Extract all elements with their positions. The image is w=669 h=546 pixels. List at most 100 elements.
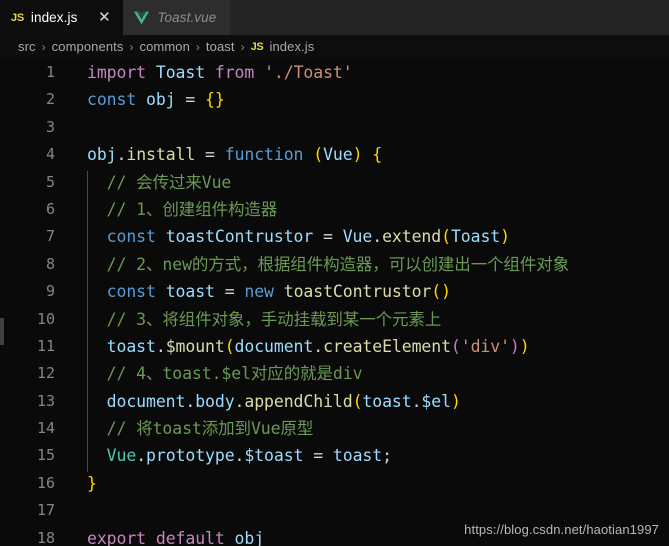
- code-text[interactable]: Vue.prototype.$toast = toast;: [55, 442, 669, 469]
- breadcrumb-item-file[interactable]: index.js: [269, 39, 314, 54]
- code-line[interactable]: 10 // 3、将组件对象，手动挂载到某一个元素上: [0, 306, 669, 333]
- code-token: (): [431, 282, 451, 302]
- line-number: 15: [36, 446, 55, 465]
- code-token: $mount: [165, 336, 225, 356]
- code-token: obj: [234, 528, 265, 546]
- breadcrumb-item-src[interactable]: src: [18, 39, 36, 54]
- code-token: .: [185, 391, 196, 411]
- line-number: 14: [36, 419, 55, 438]
- code-text[interactable]: // 将toast添加到Vue原型: [55, 415, 669, 442]
- code-line[interactable]: 17: [0, 497, 669, 524]
- code-text[interactable]: // 2、new的方式，根据组件构造器，可以创建出一个组件对象: [55, 251, 669, 278]
- code-line[interactable]: 7 const toastContrustor = Vue.extend(Toa…: [0, 223, 669, 250]
- code-token: .: [411, 391, 422, 411]
- code-token: // 1、创建组件构造器: [87, 199, 278, 219]
- breadcrumb-item-toast[interactable]: toast: [206, 39, 235, 54]
- code-line[interactable]: 4 obj.install = function (Vue) {: [0, 141, 669, 168]
- code-text[interactable]: export default obj: [55, 525, 669, 546]
- code-token: (: [441, 227, 451, 247]
- line-number: 10: [36, 309, 55, 328]
- code-text[interactable]: const toast = new toastContrustor(): [55, 278, 669, 305]
- code-token: extend: [382, 227, 442, 247]
- code-line[interactable]: 9 const toast = new toastContrustor(): [0, 278, 669, 305]
- code-line[interactable]: 5 // 会传过来Vue: [0, 169, 669, 196]
- tab-toast-vue[interactable]: Toast.vue: [123, 0, 231, 35]
- code-token: =: [313, 227, 343, 247]
- line-number: 18: [36, 528, 55, 546]
- code-line[interactable]: 3: [0, 114, 669, 141]
- code-token: toast: [332, 446, 383, 466]
- code-token: toastContrustor: [283, 282, 432, 302]
- code-token: install: [126, 145, 196, 165]
- line-number: 4: [45, 145, 55, 164]
- code-token: (: [450, 336, 461, 356]
- code-line[interactable]: 15 Vue.prototype.$toast = toast;: [0, 442, 669, 469]
- close-icon[interactable]: ✕: [95, 9, 113, 27]
- line-number: 1: [45, 63, 55, 81]
- code-line[interactable]: 8 // 2、new的方式，根据组件构造器，可以创建出一个组件对象: [0, 251, 669, 278]
- code-token: (: [313, 145, 324, 165]
- code-token: Vue: [342, 227, 373, 247]
- code-token: (: [224, 336, 235, 356]
- code-token: =: [175, 90, 206, 110]
- code-line[interactable]: 14 // 将toast添加到Vue原型: [0, 415, 669, 442]
- code-token: function: [224, 145, 304, 165]
- code-text[interactable]: toast.$mount(document.createElement('div…: [55, 333, 669, 360]
- code-token: toast: [165, 282, 215, 302]
- vscode-window: JS index.js ✕ Toast.vue src › components…: [0, 0, 669, 546]
- code-line[interactable]: 13 document.body.appendChild(toast.$el): [0, 388, 669, 415]
- tab-index-js[interactable]: JS index.js ✕: [0, 0, 124, 35]
- code-token: const: [106, 282, 156, 302]
- chevron-right-icon: ›: [240, 39, 245, 54]
- breadcrumb-item-common[interactable]: common: [139, 39, 189, 54]
- code-token: // 2、new的方式，根据组件构造器，可以创建出一个组件对象: [87, 254, 570, 274]
- code-token: // 4、toast.$el对应的就是div: [87, 364, 363, 384]
- code-line[interactable]: 1 import Toast from './Toast': [0, 59, 669, 86]
- code-token: default: [155, 528, 225, 546]
- code-token: .: [234, 391, 245, 411]
- code-text[interactable]: obj.install = function (Vue) {: [55, 141, 669, 168]
- code-editor[interactable]: 1 import Toast from './Toast' 2 const obj =…: [0, 58, 669, 546]
- line-number: 5: [45, 172, 55, 191]
- code-token: ): [450, 391, 461, 411]
- line-number: 6: [45, 199, 55, 218]
- code-line[interactable]: 12 // 4、toast.$el对应的就是div: [0, 360, 669, 387]
- code-token: .: [155, 336, 166, 356]
- code-line[interactable]: 18 export default obj: [0, 525, 669, 546]
- code-token: toastContrustor: [165, 227, 314, 247]
- code-text[interactable]: const toastContrustor = Vue.extend(Toast…: [55, 223, 669, 250]
- code-text[interactable]: // 3、将组件对象，手动挂载到某一个元素上: [55, 306, 669, 333]
- breadcrumb-item-components[interactable]: components: [52, 39, 124, 54]
- code-content[interactable]: 1 import Toast from './Toast' 2 const obj =…: [0, 58, 669, 546]
- code-text[interactable]: }: [55, 470, 669, 497]
- code-token: }: [87, 473, 97, 493]
- code-text[interactable]: // 4、toast.$el对应的就是div: [55, 360, 669, 387]
- editor-tab-bar: JS index.js ✕ Toast.vue: [0, 0, 669, 35]
- code-token: .: [234, 446, 245, 466]
- code-token: // 3、将组件对象，手动挂载到某一个元素上: [87, 309, 442, 329]
- code-token: $toast: [244, 446, 304, 466]
- code-token: export: [87, 528, 147, 546]
- code-line[interactable]: 11 toast.$mount(document.createElement('…: [0, 333, 669, 360]
- code-token: 'div': [460, 336, 510, 356]
- breadcrumb: src › components › common › toast › JS i…: [0, 35, 669, 58]
- code-text[interactable]: import Toast from './Toast': [55, 59, 669, 86]
- code-line[interactable]: 6 // 1、创建组件构造器: [0, 196, 669, 223]
- code-text[interactable]: // 1、创建组件构造器: [55, 196, 669, 223]
- code-line[interactable]: 2 const obj = {}: [0, 86, 669, 113]
- code-text[interactable]: document.body.appendChild(toast.$el): [55, 388, 669, 415]
- code-token: ): [509, 336, 520, 356]
- code-text[interactable]: const obj = {}: [55, 86, 669, 113]
- code-line[interactable]: 16}: [0, 470, 669, 497]
- code-text[interactable]: // 会传过来Vue: [55, 169, 669, 196]
